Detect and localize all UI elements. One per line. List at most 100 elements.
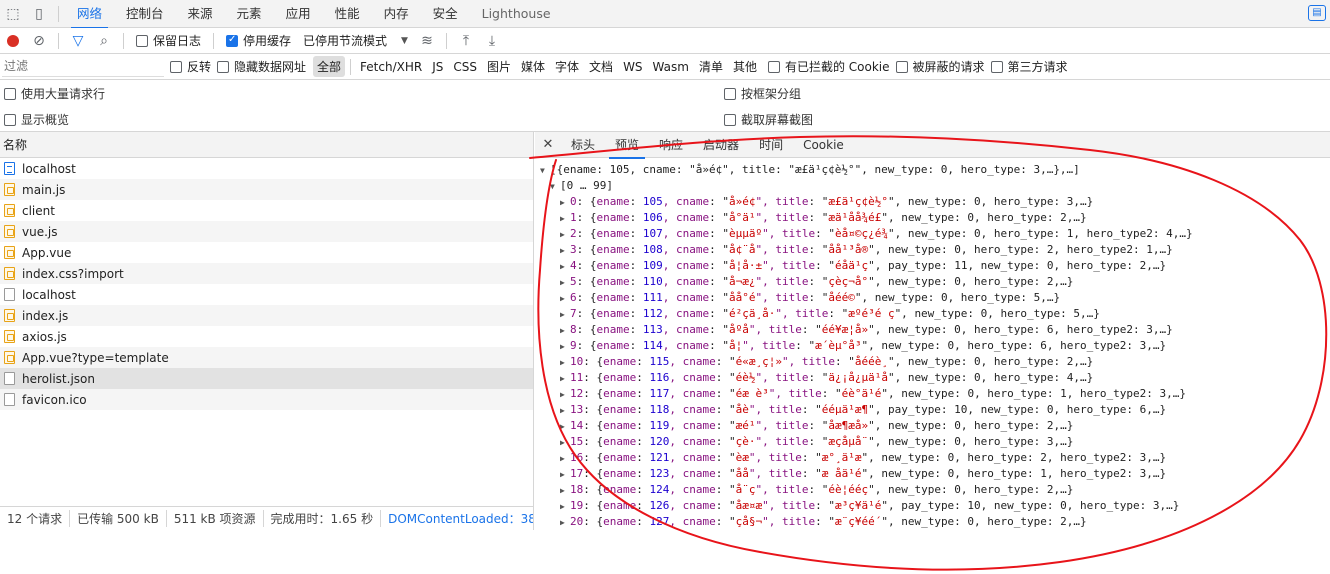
tab-sources[interactable]: 来源 — [176, 0, 225, 28]
request-name: index.css?import — [22, 266, 124, 281]
json-item-row[interactable]: ▶ 14: {ename: 119, cname: "æé¹", title: "… — [540, 418, 1330, 434]
request-row[interactable]: axios.js — [0, 326, 533, 347]
request-row[interactable]: index.js — [0, 305, 533, 326]
json-item-row[interactable]: ▶ 15: {ename: 120, cname: "çè·", title: "… — [540, 434, 1330, 450]
blocked-requests-checkbox[interactable]: 被屏蔽的请求 — [895, 58, 985, 75]
json-item-row[interactable]: ▶ 5: {ename: 110, cname: "å¬æ¿", title: "… — [540, 274, 1330, 290]
tab-security[interactable]: 安全 — [421, 0, 470, 28]
filter-type-css[interactable]: CSS — [449, 58, 481, 76]
tab-response[interactable]: 响应 — [649, 132, 693, 158]
filter-bar: 反转 隐藏数据网址 全部 Fetch/XHR JS CSS 图片 媒体 字体 文… — [0, 54, 1330, 80]
tab-network[interactable]: 网络 — [65, 0, 114, 29]
json-key: ", title — [762, 227, 816, 240]
json-punct: : { — [583, 467, 604, 480]
json-item-row[interactable]: ▶ 13: {ename: 118, cname: "åè", title: "é… — [540, 402, 1330, 418]
json-item-row[interactable]: ▶ 19: {ename: 126, cname: "åæ¤æ", title: … — [540, 498, 1330, 514]
json-item-row[interactable]: ▶ 11: {ename: 116, cname: "éè½", title: "… — [540, 370, 1330, 386]
inspect-element-icon[interactable]: ⬚ — [0, 1, 26, 27]
json-item-row[interactable]: ▶ 18: {ename: 124, cname: "å¨ç", title: "… — [540, 482, 1330, 498]
request-row[interactable]: localhost — [0, 284, 533, 305]
request-row[interactable]: favicon.ico — [0, 389, 533, 410]
close-icon[interactable]: ✕ — [535, 137, 561, 152]
invert-checkbox[interactable]: 反转 — [170, 58, 211, 75]
json-punct: ", — [854, 291, 875, 304]
tab-elements[interactable]: 元素 — [225, 0, 274, 28]
disable-cache-checkbox[interactable]: 停用缓存 — [226, 32, 291, 49]
json-punct: : { — [583, 515, 604, 528]
request-row[interactable]: vue.js — [0, 221, 533, 242]
request-row[interactable]: localhost — [0, 158, 533, 179]
filter-type-js[interactable]: JS — [428, 58, 447, 76]
filter-input[interactable] — [2, 56, 164, 77]
json-item-row[interactable]: ▶ 10: {ename: 115, cname: "é«æ¸ç¦»", titl… — [540, 354, 1330, 370]
json-ename: 123 — [649, 467, 670, 480]
json-item-row[interactable]: ▶ 9: {ename: 114, cname: "å¦", title: "æ´… — [540, 338, 1330, 354]
big-request-rows-checkbox[interactable]: 使用大量请求行 — [4, 85, 105, 102]
filter-type-other[interactable]: 其他 — [729, 56, 761, 77]
tab-console[interactable]: 控制台 — [114, 0, 176, 28]
name-column-header[interactable]: 名称 — [0, 132, 533, 158]
device-toolbar-icon[interactable]: ▯ — [26, 1, 52, 27]
json-root-line[interactable]: ▼ [{ename: 105, cname: "å»é¢", title: "æ£… — [540, 162, 1330, 178]
request-row[interactable]: main.js — [0, 179, 533, 200]
filter-type-manifest[interactable]: 清单 — [695, 56, 727, 77]
request-row[interactable]: herolist.json — [0, 368, 533, 389]
hide-data-urls-checkbox[interactable]: 隐藏数据网址 — [217, 58, 306, 75]
blocked-cookies-checkbox[interactable]: 有已拦截的 Cookie — [767, 58, 890, 75]
request-row[interactable]: App.vue — [0, 242, 533, 263]
json-punct: : { — [576, 243, 597, 256]
tab-performance[interactable]: 性能 — [323, 0, 372, 28]
record-button[interactable] — [0, 29, 26, 53]
third-party-checkbox[interactable]: 第三方请求 — [990, 58, 1068, 75]
request-row[interactable]: client — [0, 200, 533, 221]
clear-button[interactable]: ⊘ — [26, 29, 52, 53]
tab-application[interactable]: 应用 — [274, 0, 323, 28]
json-item-row[interactable]: ▶ 6: {ename: 111, cname: "åå°é", title: "… — [540, 290, 1330, 306]
preserve-log-checkbox[interactable]: 保留日志 — [136, 32, 201, 49]
json-item-row[interactable]: ▶ 16: {ename: 121, cname: "èæ", title: "æ… — [540, 450, 1330, 466]
filter-type-media[interactable]: 媒体 — [517, 56, 549, 77]
json-item-row[interactable]: ▶ 20: {ename: 127, cname: "çå§¬", title: … — [540, 514, 1330, 530]
json-range-line[interactable]: ▼ [0 … 99] — [540, 178, 1330, 194]
json-item-row[interactable]: ▶ 4: {ename: 109, cname: "å¦å·±", title: … — [540, 258, 1330, 274]
tab-timing[interactable]: 时间 — [749, 132, 793, 158]
filter-type-fetch-xhr[interactable]: Fetch/XHR — [356, 58, 426, 76]
json-punct: : { — [576, 307, 597, 320]
filter-type-all[interactable]: 全部 — [313, 56, 346, 77]
tab-cookies[interactable]: Cookie — [793, 132, 854, 158]
issues-badge-icon[interactable]: ▤ — [1308, 5, 1326, 21]
json-item-row[interactable]: ▶ 17: {ename: 123, cname: "åå", title: "æ… — [540, 466, 1330, 482]
json-item-row[interactable]: ▶ 12: {ename: 117, cname: "éæ è³", title:… — [540, 386, 1330, 402]
tab-memory[interactable]: 内存 — [372, 0, 421, 28]
expand-right-icon: ▶ — [560, 310, 565, 319]
import-har-button[interactable]: ⤒ — [453, 29, 479, 53]
show-overview-checkbox[interactable]: 显示概览 — [4, 111, 69, 128]
expand-right-icon: ▶ — [560, 326, 565, 335]
json-item-row[interactable]: ▶ 0: {ename: 105, cname: "å»é¢", title: "… — [540, 194, 1330, 210]
json-punct: ", — [868, 435, 888, 448]
json-item-row[interactable]: ▶ 2: {ename: 107, cname: "èµµäº", title: … — [540, 226, 1330, 242]
tab-lighthouse[interactable]: Lighthouse — [470, 0, 563, 28]
filter-type-wasm[interactable]: Wasm — [649, 58, 693, 76]
tab-preview[interactable]: 预览 — [605, 132, 649, 159]
tab-initiator[interactable]: 启动器 — [693, 132, 749, 158]
filter-type-ws[interactable]: WS — [619, 58, 646, 76]
request-row[interactable]: index.css?import — [0, 263, 533, 284]
capture-screenshots-checkbox[interactable]: 截取屏幕截图 — [724, 111, 813, 128]
throttle-select[interactable]: 已停用节流模式 ▼ — [303, 32, 408, 49]
export-har-button[interactable]: ⤓ — [479, 29, 505, 53]
json-item-row[interactable]: ▶ 8: {ename: 113, cname: "åºå", title: "é… — [540, 322, 1330, 338]
json-item-row[interactable]: ▶ 3: {ename: 108, cname: "å¢¨å", title: "… — [540, 242, 1330, 258]
json-item-row[interactable]: ▶ 7: {ename: 112, cname: "é²çä¸å·", title… — [540, 306, 1330, 322]
json-item-row[interactable]: ▶ 1: {ename: 106, cname: "å°ä¹", title: "… — [540, 210, 1330, 226]
filter-toggle-button[interactable]: ▽ — [65, 29, 91, 53]
filter-type-font[interactable]: 字体 — [551, 56, 583, 77]
filter-type-img[interactable]: 图片 — [483, 56, 515, 77]
json-key: ename — [603, 355, 637, 368]
network-conditions-button[interactable]: ≋ — [414, 29, 440, 53]
group-by-frame-checkbox[interactable]: 按框架分组 — [724, 85, 801, 102]
filter-type-doc[interactable]: 文档 — [585, 56, 617, 77]
request-row[interactable]: App.vue?type=template — [0, 347, 533, 368]
search-button[interactable]: ⌕ — [91, 29, 117, 53]
tab-headers[interactable]: 标头 — [561, 132, 605, 158]
